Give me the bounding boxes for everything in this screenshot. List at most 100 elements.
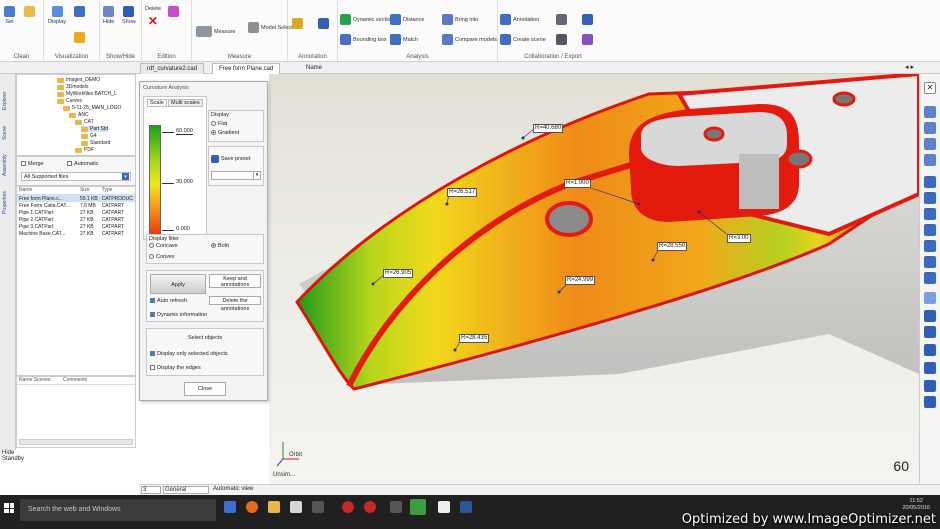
auto-refresh-checkbox[interactable]: Auto refresh [150,298,187,304]
view-back-icon[interactable] [924,208,936,220]
view-front-icon[interactable] [924,192,936,204]
match-button[interactable]: Match [390,34,418,45]
file-row[interactable]: Free form Plane.c... 59.1 KB CATPRODUC [17,195,135,202]
open-button[interactable] [24,6,35,17]
file-row[interactable]: Pipe 2.CATPart 27 KB CATPART [17,216,135,223]
app-icon[interactable] [390,501,402,513]
scale-max-value[interactable]: 60.000 [176,128,193,135]
color-button[interactable] [168,6,179,17]
tree-item[interactable]: PDF [75,147,94,153]
view-bottom-icon[interactable] [924,272,936,284]
concave-radio[interactable]: Concave [149,243,178,249]
word-icon[interactable] [460,501,472,513]
select-objects-link[interactable]: Select objects [147,335,263,341]
vtab-properties[interactable]: Properties [2,180,14,214]
display-edges-checkbox[interactable]: Display the edges [150,365,201,371]
bring-into-button[interactable]: Bring into [442,14,478,25]
tab-multi-scales[interactable]: Multi scales [168,99,203,107]
view-top-icon[interactable] [924,256,936,268]
distance-button[interactable]: Distance [390,14,424,25]
app-icon[interactable] [342,501,354,513]
app-icon[interactable] [364,501,376,513]
render-button[interactable] [74,6,85,17]
model-select-button[interactable]: Model Select [248,22,293,33]
keep-annotations-button[interactable]: Keep and annotations [209,274,261,288]
rotate-icon[interactable] [924,292,936,304]
curvature-annotation[interactable]: R=3.00 [727,234,751,243]
col-size[interactable]: Size [80,187,102,194]
zoom-out-icon[interactable] [924,138,936,150]
file-row[interactable]: Free Form Catia.CAT... 7.6 MB CATPART [17,202,135,209]
horizontal-scrollbar[interactable] [19,439,133,445]
taskbar-clock[interactable]: 11:52 20/05/2016 [902,498,930,512]
curvature-annotation[interactable]: R=24.999 [565,276,596,285]
file-type-select[interactable]: All Supported files ▾ [21,172,131,181]
curvature-annotation[interactable]: R=26.905 [383,269,414,278]
command-field-2[interactable]: General [163,486,209,494]
tab-scale[interactable]: Scale [147,99,167,107]
paint-button[interactable] [74,32,85,43]
tree-item[interactable]: Images_DEMO [57,77,100,83]
camera-button[interactable] [556,14,567,25]
vtab-assembly[interactable]: Assembly [2,144,14,176]
layout-split-icon[interactable] [924,326,936,338]
tree-item[interactable]: ANC [69,112,89,118]
hide-button[interactable]: Hide [103,6,114,25]
show-button[interactable]: Show [122,6,136,25]
curvature-annotation[interactable]: R=26.517 [447,188,478,197]
col-comments[interactable]: Comments [63,377,87,384]
curvature-annotation[interactable]: R=1.000 [564,179,591,188]
gradient-radio[interactable]: Gradient [211,130,239,136]
col-name-scenes[interactable]: Name Scenes [17,377,63,384]
convex-radio[interactable]: Convex [149,254,175,260]
tab-name[interactable]: Name [300,63,328,74]
set-button[interactable]: Set [4,6,15,25]
dynamic-section-button[interactable]: Dynamic section [340,14,393,25]
close-button[interactable]: Close [184,382,226,396]
3d-viewport[interactable]: R=40.680 R=26.517 R=1.000 R=3.00 R=28.55… [269,74,919,484]
firefox-icon[interactable] [246,501,258,513]
zoom-in-icon[interactable] [924,122,936,134]
tab-scroll-icon[interactable]: ◂ ▸ [905,63,914,71]
app-icon[interactable] [312,501,324,513]
outlook-icon[interactable] [224,501,236,513]
vtab-explorer[interactable]: Explorer [2,78,14,110]
tree-item[interactable]: Curves [57,98,82,104]
measure-button[interactable]: Measure [196,26,235,37]
annotation-export-button[interactable]: Annotation [500,14,539,25]
bounding-box-button[interactable]: Bounding box [340,34,387,45]
curvature-annotation[interactable]: R=28.550 [657,242,688,251]
display-only-selected-checkbox[interactable]: Display only selected objects [150,351,228,357]
vtab-scene[interactable]: Scene [2,114,14,140]
active-app-icon[interactable] [410,499,426,515]
dynamic-info-checkbox[interactable]: Dynamic information [150,312,207,318]
flag-button[interactable] [318,18,329,29]
preset-select[interactable]: ▾ [211,171,261,180]
tree-item[interactable]: CAT [75,119,94,125]
display-button[interactable]: Display [48,6,66,25]
close-view-icon[interactable]: ✕ [924,82,936,94]
file-row[interactable]: Machine Base.CAT... 27 KB CATPART [17,230,135,237]
view-left-icon[interactable] [924,224,936,236]
compare-models-button[interactable]: Compare models [442,34,497,45]
file-row[interactable]: Pipe 1.CATPart 27 KB CATPART [17,209,135,216]
col-type[interactable]: Type [102,187,135,194]
col-name[interactable]: Name [17,187,80,194]
delete-button[interactable]: Delete ✕ [145,6,161,28]
file-row[interactable]: Pipe 3.CATPart 27 KB CATPART [17,223,135,230]
layout-single-icon[interactable] [924,310,936,322]
zoom-icon[interactable] [924,106,936,118]
view-iso-icon[interactable] [924,176,936,188]
tree-item[interactable]: G4 [81,133,97,139]
tree-item-selected[interactable]: Part Std [81,126,109,132]
tree-item[interactable]: 3Dmodels [57,84,89,90]
curvature-annotation[interactable]: R=40.680 [533,124,564,133]
app-icon[interactable] [438,501,450,513]
layout-quad-icon[interactable] [924,396,936,408]
layout-tile-icon[interactable] [924,344,936,356]
layout-grid-icon[interactable] [924,362,936,374]
save-button[interactable] [582,14,593,25]
automatic-checkbox[interactable]: Automatic [67,161,98,167]
tree-item[interactable]: Standard [81,140,110,146]
app-icon[interactable] [290,501,302,513]
